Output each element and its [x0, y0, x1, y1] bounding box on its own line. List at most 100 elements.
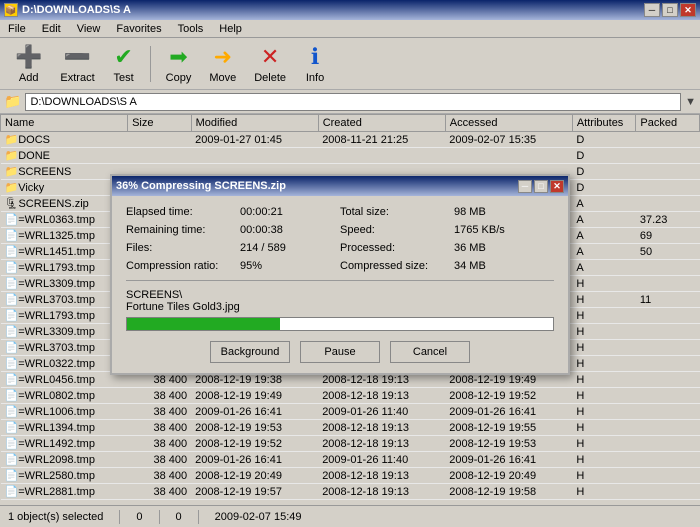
status-sep-3: [198, 510, 199, 524]
add-button[interactable]: ➕ Add: [8, 41, 49, 87]
file-icon: 📄: [5, 245, 19, 258]
status-bar: 1 object(s) selected 0 0 2009-02-07 15:4…: [0, 505, 700, 527]
col-header-created[interactable]: Created: [318, 115, 445, 132]
minimize-button[interactable]: ─: [644, 3, 660, 17]
col-header-packed[interactable]: Packed: [636, 115, 700, 132]
add-label: Add: [19, 72, 39, 84]
menu-help[interactable]: Help: [215, 20, 246, 37]
move-button[interactable]: ➜ Move: [202, 41, 243, 87]
col-header-accessed[interactable]: Accessed: [445, 115, 572, 132]
menu-tools[interactable]: Tools: [174, 20, 208, 37]
file-icon: 📄: [5, 261, 19, 274]
col-header-modified[interactable]: Modified: [191, 115, 318, 132]
files-value: 214 / 589: [240, 242, 286, 254]
menu-view[interactable]: View: [73, 20, 105, 37]
folder-icon: 📁: [5, 165, 19, 178]
menu-edit[interactable]: Edit: [38, 20, 65, 37]
processed-field: Processed: 36 MB: [340, 242, 554, 254]
dialog-minimize-button[interactable]: ─: [518, 180, 532, 193]
table-row[interactable]: 📄=WRL1006.tmp 38 400 2009-01-26 16:41 20…: [1, 404, 700, 420]
table-row[interactable]: 📁DONE D: [1, 148, 700, 164]
col-header-name[interactable]: Name: [1, 115, 128, 132]
test-button[interactable]: ✔ Test: [106, 41, 142, 87]
title-bar-left: 📦 D:\DOWNLOADS\S A: [4, 3, 131, 17]
files-label: Files:: [126, 242, 236, 254]
compression-label: Compression ratio:: [126, 260, 236, 272]
address-bar: 📁 ▼: [0, 90, 700, 114]
dialog-close-button[interactable]: ✕: [550, 180, 564, 193]
table-row[interactable]: 📁DOCS 2009-01-27 01:45 2008-11-21 21:25 …: [1, 132, 700, 148]
col-header-size[interactable]: Size: [128, 115, 192, 132]
total-size-label: Total size:: [340, 206, 450, 218]
menu-bar: File Edit View Favorites Tools Help: [0, 20, 700, 38]
remaining-label: Remaining time:: [126, 224, 236, 236]
extract-button[interactable]: ➖ Extract: [53, 41, 101, 87]
speed-value: 1765 KB/s: [454, 224, 505, 236]
folder-icon: 📁: [5, 181, 19, 194]
address-dropdown-arrow[interactable]: ▼: [685, 96, 696, 108]
file-icon: 📄: [5, 373, 19, 386]
delete-label: Delete: [254, 72, 286, 84]
address-input[interactable]: [25, 93, 681, 111]
status-size: 0: [136, 511, 142, 523]
table-row[interactable]: 📄=WRL2098.tmp 38 400 2009-01-26 16:41 20…: [1, 452, 700, 468]
delete-button[interactable]: ✕ Delete: [247, 41, 293, 87]
col-header-attributes[interactable]: Attributes: [572, 115, 636, 132]
file-icon: 📄: [5, 469, 19, 482]
menu-favorites[interactable]: Favorites: [112, 20, 165, 37]
table-row[interactable]: 📄=WRL1492.tmp 38 400 2008-12-19 19:52 20…: [1, 436, 700, 452]
background-button[interactable]: Background: [210, 341, 290, 363]
dialog-separator: [126, 280, 554, 281]
copy-button[interactable]: ➡ Copy: [159, 41, 199, 87]
main-content: Name Size Modified Created Accessed Attr…: [0, 114, 700, 505]
pause-button[interactable]: Pause: [300, 341, 380, 363]
cancel-button[interactable]: Cancel: [390, 341, 470, 363]
status-datetime: 2009-02-07 15:49: [215, 511, 302, 523]
speed-field: Speed: 1765 KB/s: [340, 224, 554, 236]
file-icon: 📄: [5, 421, 19, 434]
file-icon: 📄: [5, 389, 19, 402]
test-icon: ✔: [114, 44, 132, 70]
menu-file[interactable]: File: [4, 20, 30, 37]
compress-dialog: 36% Compressing SCREENS.zip ─ □ ✕ Elapse…: [110, 174, 570, 375]
move-icon: ➜: [214, 44, 232, 70]
dialog-row-1: Elapsed time: 00:00:21 Remaining time: 0…: [126, 206, 554, 272]
move-label: Move: [209, 72, 236, 84]
file-icon: 📄: [5, 485, 19, 498]
total-size-field: Total size: 98 MB: [340, 206, 554, 218]
dialog-title-bar: 36% Compressing SCREENS.zip ─ □ ✕: [112, 176, 568, 196]
maximize-button[interactable]: □: [662, 3, 678, 17]
table-row[interactable]: 📄=WRL2580.tmp 38 400 2008-12-19 20:49 20…: [1, 468, 700, 484]
compressed-label: Compressed size:: [340, 260, 450, 272]
dialog-maximize-button[interactable]: □: [534, 180, 548, 193]
elapsed-label: Elapsed time:: [126, 206, 236, 218]
compression-value: 95%: [240, 260, 262, 272]
close-button[interactable]: ✕: [680, 3, 696, 17]
table-row[interactable]: 📄=WRL1394.tmp 38 400 2008-12-19 19:53 20…: [1, 420, 700, 436]
file-icon: 📄: [5, 277, 19, 290]
folder-icon: 📁: [4, 93, 21, 110]
elapsed-field: Elapsed time: 00:00:21: [126, 206, 340, 218]
info-button[interactable]: ℹ Info: [297, 41, 333, 87]
file-icon: 📄: [5, 309, 19, 322]
toolbar-separator-1: [150, 46, 151, 82]
remaining-field: Remaining time: 00:00:38: [126, 224, 340, 236]
status-packed: 0: [176, 511, 182, 523]
file-icon: 📄: [5, 293, 19, 306]
extract-icon: ➖: [64, 44, 91, 70]
file-icon: 📄: [5, 341, 19, 354]
compression-field: Compression ratio: 95%: [126, 260, 340, 272]
file-icon: 🗜: [5, 197, 19, 210]
table-row[interactable]: 📄=WRL2881.tmp 38 400 2008-12-19 19:57 20…: [1, 484, 700, 500]
add-icon: ➕: [15, 44, 42, 70]
status-selected: 1 object(s) selected: [8, 511, 103, 523]
title-bar: 📦 D:\DOWNLOADS\S A ─ □ ✕: [0, 0, 700, 20]
app-icon: 📦: [4, 3, 18, 17]
processed-value: 36 MB: [454, 242, 486, 254]
file-icon: 📄: [5, 437, 19, 450]
window-title: D:\DOWNLOADS\S A: [22, 4, 131, 16]
dialog-buttons: Background Pause Cancel: [126, 341, 554, 363]
extract-label: Extract: [60, 72, 94, 84]
table-row[interactable]: 📄=WRL0802.tmp 38 400 2008-12-19 19:49 20…: [1, 388, 700, 404]
file-icon: 📄: [5, 453, 19, 466]
